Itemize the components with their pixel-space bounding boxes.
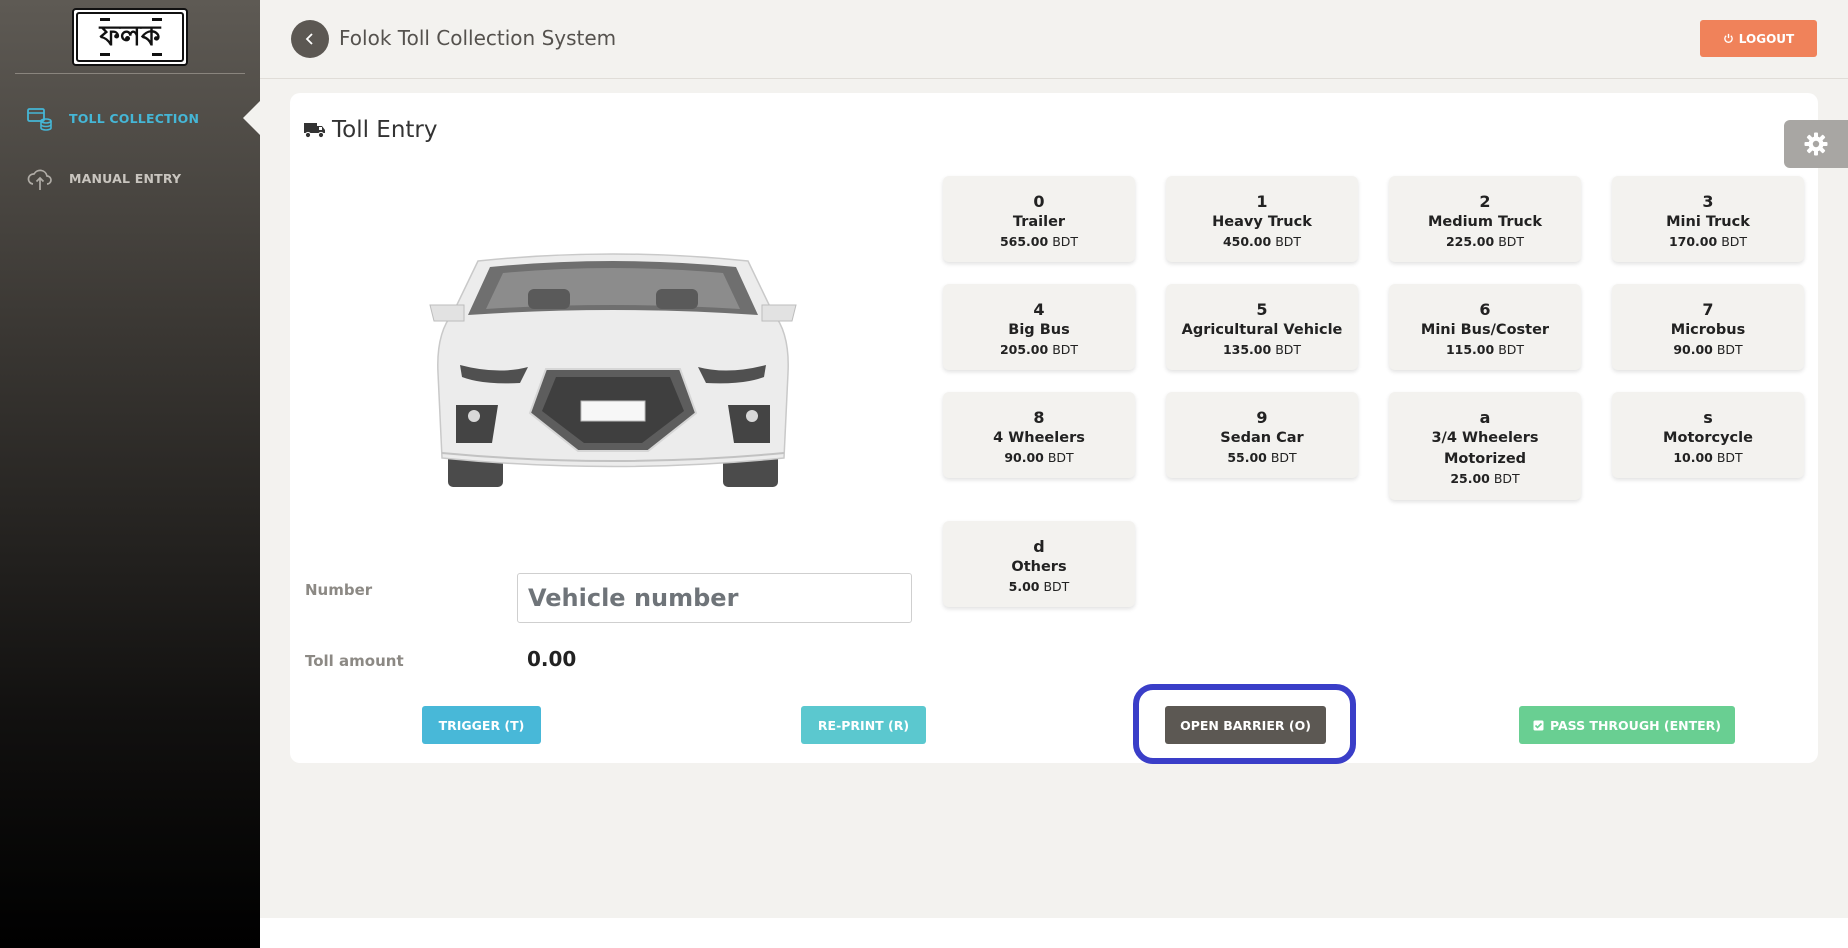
tile-price: 225.00 BDT <box>1445 234 1525 249</box>
tile-price: 55.00 BDT <box>1227 450 1297 465</box>
vehicle-tile-motorcycle[interactable]: s Motorcycle 10.00 BDT <box>1612 392 1804 478</box>
section-title-text: Toll Entry <box>332 117 438 143</box>
tile-key: 0 <box>1033 192 1045 211</box>
reprint-button[interactable]: RE-PRINT (R) <box>801 706 926 744</box>
tile-name: Sedan Car <box>1220 430 1304 446</box>
tile-name: Medium Truck <box>1427 214 1543 230</box>
tile-key: 4 <box>1033 300 1045 319</box>
truck-icon <box>304 123 325 139</box>
toll-amount-label: Toll amount <box>305 652 404 670</box>
tile-key: 7 <box>1702 300 1714 319</box>
tile-key: 5 <box>1256 300 1268 319</box>
tile-key: a <box>1479 408 1491 427</box>
tile-price: 25.00 BDT <box>1450 471 1520 486</box>
settings-button[interactable] <box>1784 120 1848 168</box>
check-square-icon <box>1533 720 1544 730</box>
tile-price: 450.00 BDT <box>1222 234 1302 249</box>
tile-name: 4 Wheelers <box>993 430 1085 446</box>
back-button[interactable] <box>291 20 329 58</box>
toll-collection-icon <box>26 106 54 132</box>
open-barrier-label: OPEN BARRIER (O) <box>1180 717 1311 733</box>
section-title: Toll Entry <box>304 117 438 143</box>
tile-key: 9 <box>1256 408 1268 427</box>
logout-label: LOGOUT <box>1738 31 1795 46</box>
tile-name: Agricultural Vehicle <box>1181 322 1343 338</box>
header: Folok Toll Collection System LOGOUT <box>260 0 1848 79</box>
tile-name: Trailer <box>1012 214 1066 230</box>
vehicle-tile-3-4-wheelers-motorized[interactable]: a 3/4 Wheelers Motorized 25.00 BDT <box>1389 392 1581 500</box>
trigger-button[interactable]: TRIGGER (T) <box>422 706 541 744</box>
sidebar-item-manual-entry[interactable]: MANUAL ENTRY <box>0 159 260 199</box>
tile-price: 135.00 BDT <box>1222 342 1302 357</box>
vehicle-tile-medium-truck[interactable]: 2 Medium Truck 225.00 BDT <box>1389 176 1581 262</box>
cloud-upload-icon <box>26 166 54 192</box>
footer-strip <box>260 918 1848 948</box>
vehicle-tile-mini-bus[interactable]: 6 Mini Bus/Coster 115.00 BDT <box>1389 284 1581 370</box>
vehicle-tile-heavy-truck[interactable]: 1 Heavy Truck 450.00 BDT <box>1166 176 1358 262</box>
tile-key: s <box>1703 408 1713 427</box>
tile-name: Microbus <box>1670 322 1746 338</box>
logout-button[interactable]: LOGOUT <box>1700 20 1817 57</box>
tile-name: Mini Truck <box>1666 214 1750 230</box>
vehicle-tile-microbus[interactable]: 7 Microbus 90.00 BDT <box>1612 284 1804 370</box>
sidebar-item-toll-collection[interactable]: TOLL COLLECTION <box>0 99 260 139</box>
pass-through-label: PASS THROUGH (ENTER) <box>1549 717 1722 733</box>
chevron-left-icon <box>305 33 313 45</box>
vehicle-tile-big-bus[interactable]: 4 Big Bus 205.00 BDT <box>943 284 1135 370</box>
tile-name: Heavy Truck <box>1212 214 1312 230</box>
vehicle-tile-mini-truck[interactable]: 3 Mini Truck 170.00 BDT <box>1612 176 1804 262</box>
vehicle-tile-agricultural-vehicle[interactable]: 5 Agricultural Vehicle 135.00 BDT <box>1166 284 1358 370</box>
tile-price: 205.00 BDT <box>999 342 1079 357</box>
sidebar: ফলক TOLL COLLECTION MANUAL ENTRY <box>0 0 260 948</box>
tile-price: 5.00 BDT <box>1008 579 1070 594</box>
page-title: Folok Toll Collection System <box>339 26 617 50</box>
vehicle-tile-sedan-car[interactable]: 9 Sedan Car 55.00 BDT <box>1166 392 1358 478</box>
tile-name: Mini Bus/Coster <box>1420 322 1550 338</box>
power-icon <box>1723 33 1733 43</box>
tile-price: 115.00 BDT <box>1445 342 1525 357</box>
tile-price: 90.00 BDT <box>1004 450 1074 465</box>
sidebar-item-label: TOLL COLLECTION <box>69 111 200 126</box>
tile-price: 90.00 BDT <box>1673 342 1743 357</box>
number-label: Number <box>305 581 373 599</box>
sidebar-item-label: MANUAL ENTRY <box>69 171 182 186</box>
tile-key: 2 <box>1479 192 1491 211</box>
vehicle-number-input[interactable] <box>517 573 912 623</box>
tile-key: 6 <box>1479 300 1491 319</box>
reprint-label: RE-PRINT (R) <box>817 717 910 733</box>
tile-price: 565.00 BDT <box>999 234 1079 249</box>
trigger-label: TRIGGER (T) <box>438 717 525 733</box>
gear-icon <box>1804 132 1828 156</box>
tile-name: Others <box>1011 559 1067 575</box>
tile-key: d <box>1033 537 1045 556</box>
vehicle-tile-trailer[interactable]: 0 Trailer 565.00 BDT <box>943 176 1135 262</box>
vehicle-tile-4-wheelers[interactable]: 8 4 Wheelers 90.00 BDT <box>943 392 1135 478</box>
tile-price: 170.00 BDT <box>1668 234 1748 249</box>
pass-through-button[interactable]: PASS THROUGH (ENTER) <box>1519 706 1735 744</box>
tile-key: 3 <box>1702 192 1714 211</box>
logo-plate: ফলক <box>76 12 184 62</box>
open-barrier-button[interactable]: OPEN BARRIER (O) <box>1165 706 1326 744</box>
tile-name: 3/4 Wheelers Motorized <box>1431 430 1539 467</box>
toll-entry-card: Toll Entry 0 Trailer 5 65.00 BDT 1 Heavy … <box>290 93 1818 764</box>
tile-price: 10.00 BDT <box>1673 450 1743 465</box>
active-nav-pointer <box>243 101 260 135</box>
tile-name: Motorcycle <box>1663 430 1753 446</box>
car-image <box>429 253 797 487</box>
sidebar-divider <box>15 73 245 74</box>
vehicle-tile-others[interactable]: d Others 5.00 BDT <box>943 521 1135 607</box>
tile-name: Big Bus <box>1008 322 1070 338</box>
tile-key: 8 <box>1033 408 1045 427</box>
logo: ফলক <box>72 8 188 66</box>
toll-amount-value: 0.00 <box>527 647 577 671</box>
tile-key: 1 <box>1256 192 1268 211</box>
